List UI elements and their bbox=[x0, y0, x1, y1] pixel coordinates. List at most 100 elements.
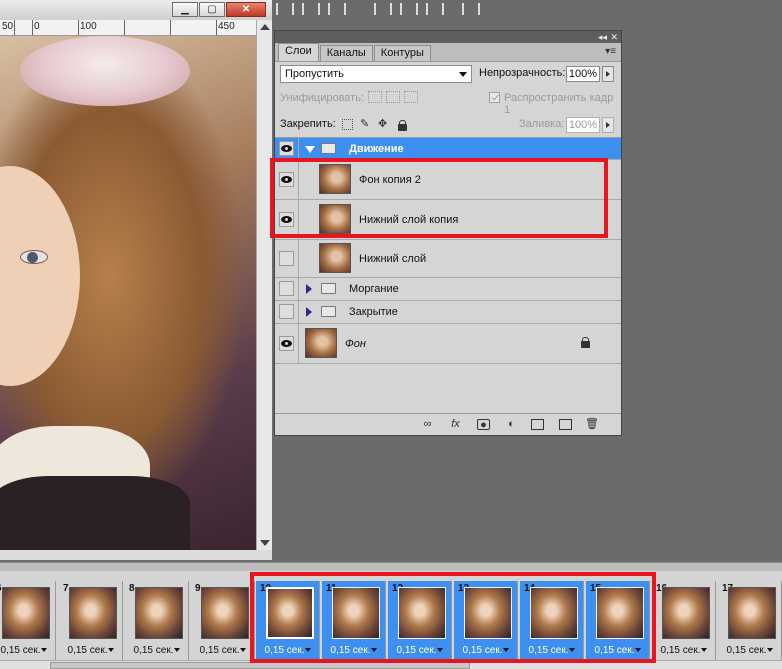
auto-align-icon[interactable] bbox=[462, 3, 480, 15]
minimize-button[interactable]: ▁ bbox=[172, 2, 198, 17]
align-vcenter-icon[interactable] bbox=[302, 3, 320, 15]
visibility-toggle[interactable] bbox=[279, 281, 294, 296]
tab-paths[interactable]: Контуры bbox=[373, 45, 431, 61]
scroll-down-icon[interactable] bbox=[260, 540, 270, 546]
propagate-frame-checkbox[interactable] bbox=[489, 92, 500, 103]
frame-7[interactable]: 7 0,15 сек. bbox=[59, 581, 123, 663]
frame-thumbnail bbox=[135, 587, 183, 639]
scroll-up-icon[interactable] bbox=[260, 24, 270, 30]
visibility-cell[interactable] bbox=[275, 278, 299, 300]
chevron-down-icon bbox=[767, 648, 774, 653]
tab-layers[interactable]: Слои bbox=[278, 43, 319, 61]
panel-menu-icon[interactable]: ▾≡ bbox=[605, 46, 616, 57]
fill-input[interactable]: 100% bbox=[566, 117, 600, 133]
group-icon[interactable] bbox=[531, 419, 544, 430]
adjustment-icon[interactable]: ◐ bbox=[505, 419, 518, 430]
trash-icon[interactable]: 🗑 bbox=[585, 419, 599, 430]
frame-8[interactable]: 8 0,15 сек. bbox=[125, 581, 189, 663]
frame-number: 8 bbox=[129, 583, 135, 594]
unify-row: Унифицировать: Распространить кадр 1 bbox=[280, 89, 616, 116]
animation-panel-header bbox=[0, 563, 782, 571]
chevron-down-icon bbox=[108, 648, 115, 653]
ruler-label: 100 bbox=[80, 21, 97, 32]
folder-icon bbox=[321, 283, 336, 294]
lock-transparency-icon[interactable] bbox=[342, 119, 353, 130]
unify-label: Унифицировать: bbox=[280, 92, 365, 104]
expand-right-icon[interactable] bbox=[306, 307, 312, 317]
unify-position-icon[interactable] bbox=[368, 91, 382, 103]
frame-thumbnail bbox=[69, 587, 117, 639]
frame-thumbnail bbox=[662, 587, 710, 639]
align-top-icon[interactable] bbox=[276, 3, 294, 15]
layer-name: Нижний слой bbox=[359, 253, 427, 265]
panel-close-icon[interactable]: ✕ bbox=[610, 31, 618, 43]
eye-icon bbox=[281, 145, 292, 152]
ruler-tick bbox=[124, 20, 125, 35]
lock-pixels-icon[interactable]: ✎ bbox=[360, 119, 371, 130]
window-controls: ▁ ▢ ✕ bbox=[172, 2, 266, 17]
mask-icon[interactable]: ● bbox=[477, 419, 490, 431]
chevron-down-icon bbox=[41, 648, 48, 653]
unify-style-icon[interactable] bbox=[404, 91, 418, 103]
layer-row-motion-group[interactable]: Движение bbox=[275, 138, 621, 160]
vertical-scrollbar[interactable] bbox=[256, 20, 272, 550]
visibility-cell[interactable] bbox=[275, 138, 299, 159]
fx-icon[interactable]: fx bbox=[449, 419, 462, 430]
eye bbox=[20, 250, 48, 264]
frame-delay[interactable]: 0,15 сек. bbox=[721, 645, 779, 656]
hair-bow bbox=[20, 36, 190, 106]
lock-fill-row: Закрепить: ✎ ✥ Заливка: 100% bbox=[280, 116, 616, 134]
new-layer-icon[interactable] bbox=[559, 419, 572, 430]
panel-footer: ∞ fx ● ◐ 🗑 bbox=[275, 413, 621, 435]
visibility-cell[interactable] bbox=[275, 301, 299, 323]
frame-17[interactable]: 17 0,15 сек. bbox=[718, 581, 782, 663]
frame-delay[interactable]: 0,15 сек. bbox=[194, 645, 252, 656]
expand-right-icon[interactable] bbox=[306, 284, 312, 294]
close-button[interactable]: ✕ bbox=[226, 2, 266, 17]
visibility-toggle[interactable] bbox=[279, 141, 294, 156]
visibility-cell[interactable] bbox=[275, 324, 299, 363]
visibility-cell[interactable] bbox=[275, 240, 299, 277]
scrollbar-thumb[interactable] bbox=[50, 662, 470, 669]
blend-mode-select[interactable]: Пропустить bbox=[280, 65, 472, 83]
layer-row-bottom[interactable]: Нижний слой bbox=[275, 240, 621, 278]
frame-delay[interactable]: 0,15 сек. bbox=[62, 645, 120, 656]
layer-row-close-group[interactable]: Закрытие bbox=[275, 301, 621, 324]
distribute-left-icon[interactable] bbox=[374, 3, 392, 15]
frame-6[interactable]: 6 0,15 сек. bbox=[0, 581, 56, 663]
opacity-slider-button[interactable] bbox=[602, 66, 614, 82]
frame-delay[interactable]: 0,15 сек. bbox=[128, 645, 186, 656]
document-titlebar[interactable]: ▁ ▢ ✕ bbox=[0, 0, 272, 20]
tab-channels[interactable]: Каналы bbox=[319, 45, 373, 61]
frame-9[interactable]: 9 0,15 сек. bbox=[191, 581, 255, 663]
lock-position-icon[interactable]: ✥ bbox=[378, 119, 389, 130]
visibility-toggle[interactable] bbox=[279, 336, 294, 351]
unify-visibility-icon[interactable] bbox=[386, 91, 400, 103]
frame-delay-value: 0,15 сек. bbox=[726, 645, 767, 656]
horizontal-scrollbar[interactable] bbox=[0, 550, 272, 560]
ruler-tick bbox=[78, 20, 79, 35]
collapse-icon[interactable]: ◂◂ bbox=[598, 31, 607, 43]
distribute-hcenter-icon[interactable] bbox=[400, 3, 418, 15]
maximize-button[interactable]: ▢ bbox=[199, 2, 225, 17]
canvas-image[interactable] bbox=[0, 36, 256, 550]
chevron-down-icon bbox=[240, 648, 247, 653]
opacity-input[interactable]: 100% bbox=[566, 66, 600, 82]
lock-all-icon[interactable] bbox=[398, 120, 407, 131]
ruler-tick bbox=[32, 20, 33, 35]
align-bottom-icon[interactable] bbox=[328, 3, 346, 15]
visibility-toggle[interactable] bbox=[279, 251, 294, 266]
fill-slider-button[interactable] bbox=[602, 117, 614, 133]
layer-row-blink-group[interactable]: Моргание bbox=[275, 278, 621, 301]
link-icon[interactable]: ∞ bbox=[421, 419, 434, 430]
visibility-toggle[interactable] bbox=[279, 304, 294, 319]
panel-header[interactable]: ◂◂ ✕ bbox=[275, 31, 621, 43]
layer-row-background[interactable]: Фон bbox=[275, 324, 621, 364]
frame-delay[interactable]: 0,15 сек. bbox=[0, 645, 53, 656]
frame-delay-value: 0,15 сек. bbox=[660, 645, 701, 656]
chevron-down-icon bbox=[174, 648, 181, 653]
distribute-right-icon[interactable] bbox=[426, 3, 444, 15]
frame-delay[interactable]: 0,15 сек. bbox=[655, 645, 713, 656]
expand-down-icon[interactable] bbox=[305, 146, 315, 153]
frame-16[interactable]: 16 0,15 сек. bbox=[652, 581, 716, 663]
